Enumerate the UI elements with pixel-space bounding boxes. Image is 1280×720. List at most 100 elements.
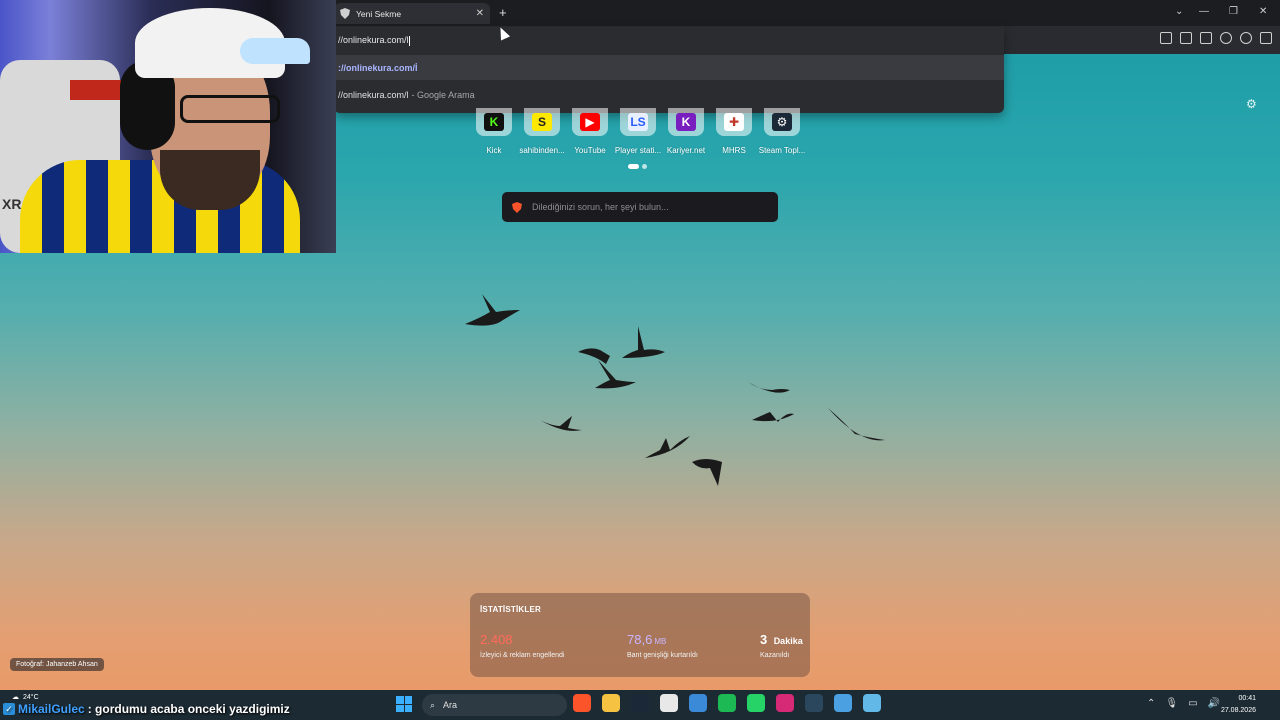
new-tab-button[interactable]: + bbox=[499, 5, 507, 20]
sidebar-icon[interactable] bbox=[1180, 32, 1192, 44]
top-site-tile[interactable]: LS Player stati... bbox=[614, 108, 662, 155]
toolbar-icons bbox=[1160, 32, 1272, 44]
chat-username: MikailGulec bbox=[18, 702, 85, 716]
top-site-tile[interactable]: K Kick bbox=[472, 108, 516, 155]
site-tile-bg: LS bbox=[620, 108, 656, 136]
tab-new-tab[interactable]: Yeni Sekme ✕ bbox=[334, 3, 490, 24]
stat-time: 3 Dakika Kazanıldı bbox=[760, 632, 803, 659]
address-bar-input[interactable]: //onlinekura.com/l bbox=[338, 35, 410, 46]
taskbar-search[interactable]: ⌕ Ara bbox=[422, 694, 567, 716]
close-window-button[interactable]: ✕ bbox=[1259, 6, 1267, 17]
start-button[interactable] bbox=[396, 696, 412, 712]
instagram-icon[interactable] bbox=[776, 694, 794, 712]
photo-credit[interactable]: Fotoğraf: Jahanzeb Ahsan bbox=[10, 658, 104, 671]
network-icon[interactable]: ▭ bbox=[1188, 698, 1197, 709]
search-bar[interactable] bbox=[502, 192, 778, 222]
chair-brand-text: XR bbox=[2, 196, 22, 212]
bird bbox=[465, 294, 520, 326]
omnibox-suggestion[interactable]: ://onlinekura.com/İ bbox=[334, 55, 1004, 80]
gear-icon[interactable]: ⚙ bbox=[1246, 97, 1257, 111]
stat-bandwidth: 78,6 MB Bant genişliği kurtarıldı bbox=[627, 632, 698, 659]
youtube-icon: ▶ bbox=[580, 113, 600, 131]
weather-icon: ☁ bbox=[12, 694, 19, 701]
taskbar-apps bbox=[573, 694, 881, 712]
player-stats-icon: LS bbox=[628, 113, 648, 131]
wallet-icon[interactable] bbox=[1200, 32, 1212, 44]
restore-button[interactable]: ❐ bbox=[1229, 6, 1238, 17]
clock[interactable]: 00:41 27.08.2026 bbox=[1221, 693, 1256, 717]
vpn-icon[interactable] bbox=[1240, 32, 1252, 44]
top-site-tile[interactable]: ▶ YouTube bbox=[568, 108, 612, 155]
system-tray: ⌃ 🎙 ▭ 🔊 bbox=[1147, 698, 1220, 709]
omnibox-dropdown: //onlinekura.com/l ://onlinekura.com/İ /… bbox=[334, 27, 1004, 113]
site-tile-bg: ✚ bbox=[716, 108, 752, 136]
birds-photo bbox=[465, 294, 885, 486]
brave-icon[interactable] bbox=[573, 694, 591, 712]
settings-app-icon[interactable] bbox=[689, 694, 707, 712]
top-site-label: Kariyer.net bbox=[666, 146, 706, 155]
whatsapp-icon[interactable] bbox=[747, 694, 765, 712]
bird bbox=[828, 408, 885, 441]
leo-ai-icon[interactable] bbox=[1220, 32, 1232, 44]
volume-icon[interactable]: 🔊 bbox=[1208, 698, 1220, 709]
chrome-icon[interactable] bbox=[660, 694, 678, 712]
top-site-label: YouTube bbox=[574, 146, 606, 155]
top-site-tile[interactable]: Ssahibinden... bbox=[519, 108, 565, 155]
top-site-tile[interactable]: ✚ MHRS bbox=[712, 108, 756, 155]
brave-shield-icon bbox=[340, 8, 350, 19]
omnibox-suggestion[interactable]: //onlinekura.com/l - Google Arama bbox=[334, 82, 1004, 107]
stat-trackers: 2.408 İzleyici & reklam engellendi bbox=[480, 632, 565, 659]
site-tile-bg: ⚙ bbox=[764, 108, 800, 136]
tab-list-dropdown-icon[interactable]: ⌄ bbox=[1175, 6, 1183, 17]
top-site-label: sahibinden... bbox=[519, 146, 565, 155]
bird bbox=[595, 360, 636, 389]
minimize-button[interactable]: — bbox=[1199, 6, 1209, 17]
bird bbox=[540, 416, 582, 431]
microphone-icon[interactable]: 🎙 bbox=[1165, 698, 1178, 709]
top-site-label: Kick bbox=[486, 146, 502, 155]
bird bbox=[748, 382, 790, 393]
extensions-icon[interactable] bbox=[1160, 32, 1172, 44]
tray-overflow-icon[interactable]: ⌃ bbox=[1147, 698, 1155, 709]
steam-icon[interactable] bbox=[631, 694, 649, 712]
kariyer-icon: K bbox=[676, 113, 696, 131]
webcam-overlay: XR bbox=[0, 0, 336, 253]
photos-icon[interactable] bbox=[834, 694, 852, 712]
stats-title: İSTATİSTİKLER bbox=[480, 605, 541, 614]
top-sites: K Kick Ssahibinden... ▶ YouTube LS Player stat… bbox=[472, 108, 806, 155]
top-site-tile[interactable]: ⚙ Steam Topl... bbox=[758, 108, 806, 155]
top-site-tile[interactable]: K Kariyer.net bbox=[664, 108, 708, 155]
chat-overlay: ✓ MikailGulec : gordumu acaba onceki yaz… bbox=[3, 702, 290, 716]
stats-widget: İSTATİSTİKLER 2.408 İzleyici & reklam en… bbox=[470, 593, 810, 677]
site-tile-bg: S bbox=[524, 108, 560, 136]
search-input[interactable] bbox=[532, 202, 762, 212]
steam-icon: ⚙ bbox=[772, 113, 792, 131]
site-tile-bg: ▶ bbox=[572, 108, 608, 136]
notepad-icon[interactable] bbox=[863, 694, 881, 712]
tab-close-icon[interactable]: ✕ bbox=[476, 8, 484, 19]
steam-alt-icon[interactable] bbox=[805, 694, 823, 712]
top-site-label: MHRS bbox=[722, 146, 746, 155]
spotify-icon[interactable] bbox=[718, 694, 736, 712]
chat-badge-icon: ✓ bbox=[3, 703, 15, 715]
sahibinden-icon: S bbox=[532, 113, 552, 131]
chat-message: : gordumu acaba onceki yazdigimiz bbox=[87, 702, 290, 716]
page-dot[interactable] bbox=[642, 164, 647, 169]
top-site-label: Player stati... bbox=[614, 146, 662, 155]
brave-logo-icon bbox=[512, 201, 522, 213]
bird bbox=[578, 348, 610, 364]
bird bbox=[692, 459, 722, 486]
top-site-label: Steam Topl... bbox=[758, 146, 806, 155]
search-icon: ⌕ bbox=[430, 699, 436, 710]
kick-icon: K bbox=[484, 113, 504, 131]
menu-icon[interactable] bbox=[1260, 32, 1272, 44]
page-dot[interactable] bbox=[628, 164, 639, 169]
site-tile-bg: K bbox=[476, 108, 512, 136]
site-tile-bg: K bbox=[668, 108, 704, 136]
bird bbox=[645, 436, 690, 458]
weather-widget[interactable]: ☁ 24°C bbox=[12, 693, 39, 702]
file-explorer-icon[interactable] bbox=[602, 694, 620, 712]
bird bbox=[622, 326, 665, 358]
top-sites-pagination bbox=[628, 164, 647, 169]
bird bbox=[752, 412, 794, 422]
